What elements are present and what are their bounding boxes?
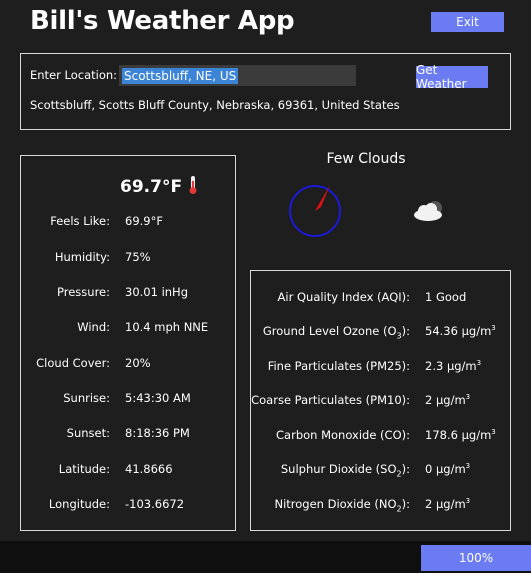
aq-row-value: 2 μg/m3 [425,393,470,407]
aq-unit-superscript: 3 [491,428,496,437]
weather-row-label: Cloud Cover: [36,356,110,370]
weather-row-value: 5:43:30 AM [125,391,191,405]
aq-row-label: Air Quality Index (AQI): [277,290,410,304]
weather-row-label: Humidity: [54,250,110,264]
aq-label-end: ): [401,462,410,476]
weather-row-value: 75% [125,250,151,264]
aq-label-main: Ground Level Ozone (O [262,324,397,338]
get-weather-button[interactable]: Get Weather [416,63,488,91]
aq-label-main: Sulphur Dioxide (SO [280,462,397,476]
aq-value-text: 2 μg/m [425,497,466,511]
weather-row-value: 10.4 mph NNE [125,320,209,334]
weather-row-value: 30.01 inHg [125,285,189,299]
weather-row-label: Feels Like: [50,214,110,228]
aq-value-text: 2 μg/m [425,393,466,407]
aq-value-text: 54.36 μg/m [425,324,492,338]
aq-row-value: 54.36 μg/m3 [425,324,496,338]
aq-row-value: 2 μg/m3 [425,497,470,511]
aq-row-label: Nitrogen Dioxide (NO2): [274,497,410,513]
aq-row-value: 0 μg/m3 [425,462,470,476]
location-input[interactable]: Scottsbluff, NE, US [119,65,356,86]
aq-unit-superscript: 3 [465,462,471,471]
weather-row-value: 20% [125,356,151,370]
aq-row-label: Ground Level Ozone (O3): [263,324,410,340]
aq-unit-superscript: 3 [476,359,482,368]
temperature-value: 69.7°F [120,176,183,197]
weather-row-value: 41.8666 [125,462,173,476]
app-title: Bill's Weather App [30,6,295,36]
aq-label-main: Nitrogen Dioxide (NO [274,497,397,511]
aq-row-value: 2.3 μg/m3 [425,359,481,373]
temperature-display: 69.7°F [120,175,198,198]
weather-row-value: 8:18:36 PM [125,426,190,440]
aq-value-text: 0 μg/m [425,462,466,476]
aq-row-label: Fine Particulates (PM25): [267,359,410,373]
aq-unit-superscript: 3 [491,324,496,333]
weather-row-value: -103.6672 [125,497,185,511]
thermometer-icon [188,175,198,198]
aq-row-value: 178.6 μg/m3 [425,428,496,442]
weather-row-label: Longitude: [48,497,110,511]
resolved-location: Scottsbluff, Scotts Bluff County, Nebras… [30,98,400,112]
weather-row-label: Wind: [77,320,110,334]
aq-row-label: Carbon Monoxide (CO): [276,428,410,442]
aq-label-end: ): [401,497,410,511]
location-input-value: Scottsbluff, NE, US [122,67,239,84]
zoom-level-button[interactable]: 100% [421,545,531,571]
aq-value-text: 2.3 μg/m [425,359,477,373]
aq-value-text: 1 Good [425,290,467,304]
aq-unit-superscript: 3 [465,497,471,506]
weather-row-label: Latitude: [58,462,110,476]
exit-button[interactable]: Exit [431,12,504,32]
aq-value-text: 178.6 μg/m [425,428,492,442]
location-label: Enter Location: [30,68,118,82]
cloud-icon [412,198,448,227]
compass-icon [287,183,343,242]
aq-row-label: Sulphur Dioxide (SO2): [281,462,410,478]
weather-row-label: Sunset: [66,426,110,440]
aq-unit-superscript: 3 [465,393,471,402]
weather-row-label: Pressure: [57,285,110,299]
aq-label-end: ): [401,324,410,338]
weather-row-value: 69.9°F [125,214,163,228]
weather-row-label: Sunrise: [63,391,110,405]
aq-row-label: Coarse Particulates (PM10): [251,393,410,407]
aq-row-value: 1 Good [425,290,466,304]
weather-description: Few Clouds [326,151,406,167]
